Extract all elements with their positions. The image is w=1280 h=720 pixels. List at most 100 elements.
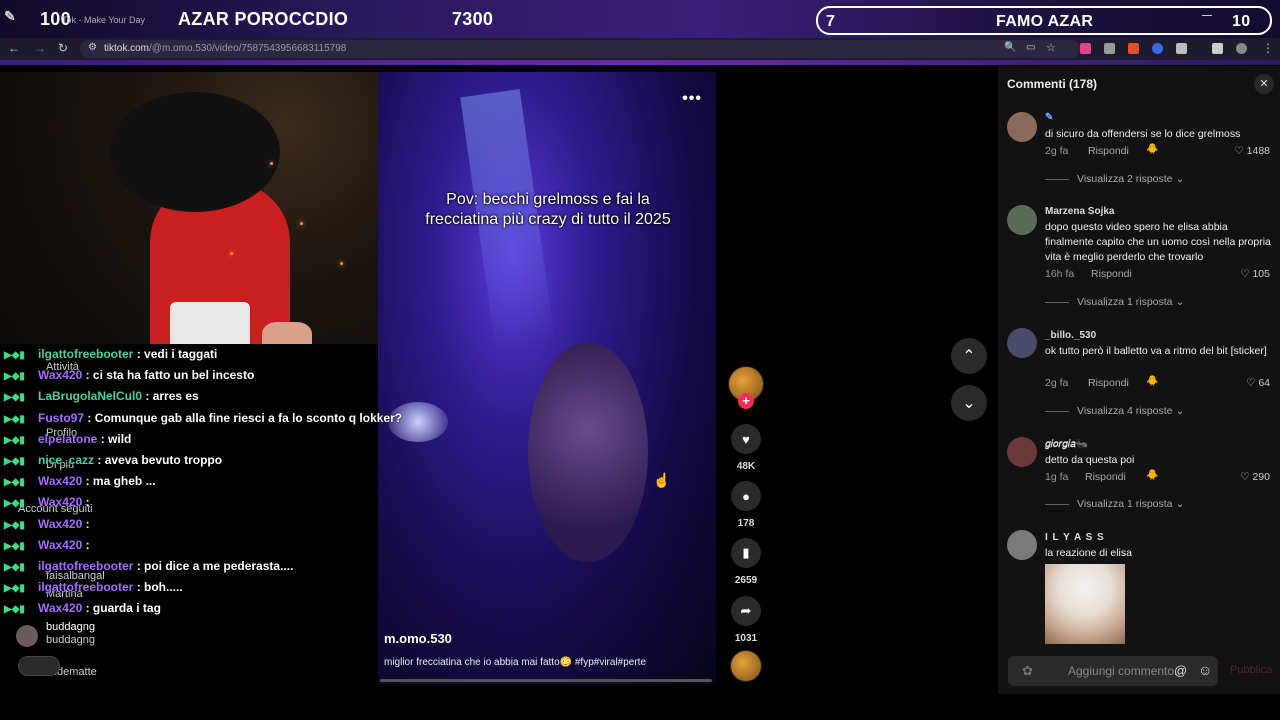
bookmark-star-icon[interactable]: ☆ (1046, 41, 1056, 54)
chat-text: : poi dice a me pederasta.... (136, 559, 294, 573)
back-icon[interactable]: ← (8, 41, 20, 55)
creator-liked-avatar-icon: 🐥 (1146, 376, 1159, 387)
view-replies-button[interactable]: Visualizza 2 risposte ⌄ (1045, 173, 1184, 185)
chat-username[interactable]: ilgattofreebooter (38, 580, 133, 594)
chat-badge-icon: ▶◆▮ (4, 477, 25, 489)
comment-image[interactable] (1045, 564, 1125, 644)
comment-author[interactable]: I L Y A S S (1045, 532, 1105, 543)
address-bar[interactable]: ⚙ tiktok.com/@m.omo.530/video/7587543956… (80, 40, 1080, 58)
chat-username[interactable]: Wax420 (38, 538, 82, 552)
view-replies-button[interactable]: Visualizza 4 risposte ⌄ (1045, 405, 1184, 417)
reply-button[interactable]: Rispondi (1088, 377, 1129, 389)
site-info-icon[interactable]: ⚙ (88, 42, 97, 53)
minimize-icon[interactable]: — (1202, 10, 1212, 21)
next-video-chevron-down-icon[interactable]: ⌄ (951, 385, 987, 421)
chat-message: ▶◆▮ Wax420 : (4, 538, 90, 552)
comment-text: ok tutto però il balletto va a ritmo del… (1045, 345, 1267, 357)
comment-bubble-icon[interactable]: ● (731, 481, 761, 511)
close-icon[interactable]: ✕ (1254, 74, 1274, 94)
profile-avatar[interactable] (1236, 43, 1247, 54)
video-player[interactable]: ••• Pov: becchi grelmoss e fai la frecci… (378, 72, 716, 684)
comment-author[interactable]: _billo._530 (1045, 330, 1096, 341)
cast-icon[interactable]: ▭ (1026, 42, 1035, 53)
extension-icon[interactable] (1104, 43, 1115, 54)
emoji-smile-icon[interactable]: ☺ (1198, 662, 1212, 678)
comment-author[interactable]: Marzena Sojka (1045, 206, 1114, 217)
chat-username[interactable]: elpelatone (38, 432, 97, 446)
chat-badge-icon: ▶◆▮ (4, 456, 25, 467)
like-heart-icon[interactable]: ♥ (731, 424, 761, 454)
video-more-icon[interactable]: ••• (682, 90, 702, 108)
share-arrow-icon[interactable]: ➦ (731, 596, 761, 626)
avatar[interactable] (1007, 112, 1037, 142)
reload-icon[interactable]: ↻ (58, 41, 68, 55)
save-count: 2659 (734, 575, 758, 586)
view-replies-button[interactable]: Visualizza 1 risposta ⌄ (1045, 296, 1184, 308)
add-comment-input[interactable]: ✿ Aggiungi commento... @ ☺ (1008, 656, 1218, 686)
mouse-cursor-icon: ☝ (653, 472, 671, 488)
extension-icon[interactable] (1128, 43, 1139, 54)
comment-author[interactable]: 𝑔𝑖𝑜𝑟𝑔𝑖𝑎🐜 (1045, 439, 1088, 450)
reply-button[interactable]: Rispondi (1088, 145, 1129, 157)
chat-username[interactable]: LaBrugolaNelCul0 (38, 389, 142, 403)
chat-text: : ci sta ha fatto un bel incesto (85, 368, 255, 383)
follow-plus-icon[interactable]: + (738, 393, 754, 409)
menu-kebab-icon[interactable]: ⋮ (1262, 41, 1274, 55)
chat-username[interactable]: ilgattofreebooter (38, 347, 133, 361)
video-description: miglior frecciatina che io abbia mai fat… (384, 657, 647, 668)
chat-username[interactable]: Wax420 (38, 495, 82, 509)
chat-username[interactable]: Wax420 (38, 601, 82, 615)
avatar[interactable] (1007, 530, 1037, 560)
zoom-icon[interactable]: 🔍 (1004, 42, 1016, 53)
bookmark-icon[interactable]: ▮ (731, 538, 761, 568)
avatar[interactable] (1007, 205, 1037, 235)
view-replies-button[interactable]: Visualizza 1 risposta ⌄ (1045, 498, 1184, 510)
comment-author-icon[interactable]: ✎ (1045, 112, 1053, 123)
media-icon[interactable] (1212, 43, 1223, 54)
sound-disc-icon[interactable] (730, 650, 762, 682)
video-progress-bar[interactable] (380, 679, 712, 682)
comment-text: la reazione di elisa (1045, 547, 1132, 559)
chat-text: : wild (100, 431, 132, 446)
mention-at-icon[interactable]: @ (1174, 663, 1187, 678)
chat-username[interactable]: ilgattofreebooter (38, 559, 133, 573)
extension-icon[interactable] (1152, 43, 1163, 54)
reply-button[interactable]: Rispondi (1085, 471, 1126, 483)
url-text[interactable]: tiktok.com/@m.omo.530/video/758754395668… (104, 43, 346, 54)
forward-icon[interactable]: → (34, 41, 46, 55)
chat-username[interactable]: Wax420 (38, 517, 82, 531)
reply-button[interactable]: Rispondi (1091, 268, 1132, 280)
chat-username[interactable]: nice_cazz (38, 453, 94, 467)
previous-video-chevron-up-icon[interactable]: ⌃ (951, 338, 987, 374)
streamer-hood-back (110, 92, 280, 212)
chat-text: : aveva bevuto troppo (97, 453, 223, 467)
extension-icon[interactable] (1080, 43, 1091, 54)
browser-tab-title[interactable]: Tok - Make Your Day (62, 15, 145, 25)
chat-message: ▶◆▮ Wax420 : ma gheb ... (4, 474, 156, 488)
comment-like-count[interactable]: ♡ 290 (1240, 471, 1270, 483)
chat-username[interactable]: Wax420 (38, 474, 82, 488)
chat-message: ▶◆▮ LaBrugolaNelCul0 : arres es (4, 389, 199, 403)
comment-like-count[interactable]: ♡ 64 (1246, 377, 1270, 389)
chat-badge-icon: ▶◆▮ (4, 434, 25, 446)
dancer-figure (528, 342, 648, 562)
chat-message: ▶◆▮ ilgattofreebooter : vedi i taggati (4, 347, 217, 361)
extensions-puzzle-icon[interactable] (1176, 43, 1187, 54)
streamer-shirt (170, 302, 250, 344)
avatar[interactable] (1007, 437, 1037, 467)
comment-time: 16h fa (1045, 268, 1075, 280)
add-comment-placeholder[interactable]: Aggiungi commento... (1068, 664, 1184, 678)
fairy-light (270, 162, 273, 165)
avatar[interactable] (1007, 328, 1037, 358)
comment-text: detto da questa poi (1045, 454, 1135, 466)
comment-like-count[interactable]: ♡ 1488 (1234, 145, 1270, 157)
chat-badge-icon: ▶◆▮ (4, 604, 25, 616)
chat-username[interactable]: Fusto97 (38, 411, 84, 425)
comment-time: 1g fa (1045, 471, 1069, 483)
comment-like-count[interactable]: ♡ 105 (1240, 268, 1270, 280)
publish-button[interactable]: Pubblica (1230, 664, 1272, 676)
sticker-icon[interactable]: ✿ (1022, 663, 1033, 679)
pencil-icon: ✎ (4, 8, 17, 24)
chat-message: ▶◆▮ Wax420 : (4, 517, 90, 531)
chat-username[interactable]: Wax420 (38, 368, 82, 382)
